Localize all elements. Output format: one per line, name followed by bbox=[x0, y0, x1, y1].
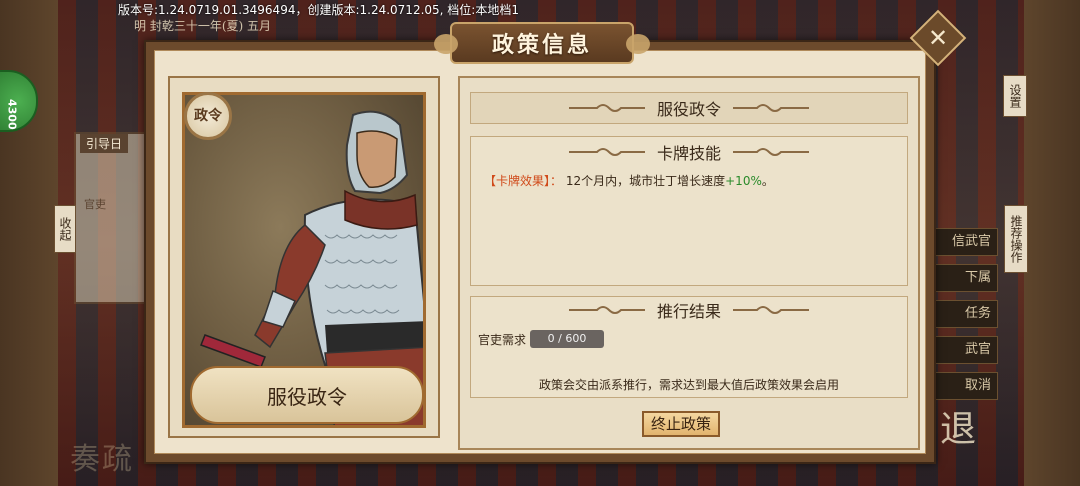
result-header: 推行结果 bbox=[470, 294, 908, 326]
card-effect-tag: 【卡牌效果】： bbox=[484, 174, 563, 188]
exit-button[interactable]: 退 bbox=[940, 400, 990, 460]
memorial-label: 奏疏 bbox=[70, 442, 134, 477]
side-button-list: 信武官 下属 任务 武官 取消 bbox=[934, 228, 998, 408]
recommend-button[interactable]: 推荐操作 bbox=[1004, 205, 1028, 273]
guide-tab[interactable]: 引导日 bbox=[80, 134, 129, 153]
close-icon: ✕ bbox=[927, 23, 949, 52]
requirement-progress-bar: 0 / 600 bbox=[530, 330, 604, 348]
scroll-ornament-icon bbox=[568, 306, 645, 314]
collapse-button[interactable]: 收起 bbox=[54, 205, 76, 253]
skill-title: 卡牌技能 bbox=[656, 144, 721, 163]
dialog-title-plate: 政策信息 bbox=[434, 22, 650, 64]
card-effect-text: 【卡牌效果】： 12个月内，城市壮丁增长速度+10%。 bbox=[484, 172, 774, 189]
settings-button[interactable]: 设置 bbox=[1003, 75, 1027, 117]
card-effect-value: +10% bbox=[725, 174, 762, 188]
policy-name-header: 服役政令 bbox=[470, 92, 908, 124]
dialog-title: 政策信息 bbox=[491, 32, 592, 58]
policy-name: 服役政令 bbox=[656, 100, 721, 119]
right-border bbox=[1024, 0, 1080, 486]
skill-header: 卡牌技能 bbox=[470, 136, 908, 168]
game-date: 明 封乾三十一年(夏) 五月 bbox=[134, 19, 271, 33]
card-name-scroll: 服役政令 bbox=[190, 366, 424, 424]
policy-note: 政策会交由派系推行，需求达到最大值后政策效果会启用 bbox=[538, 378, 839, 392]
scroll-ornament-icon bbox=[733, 306, 809, 314]
official-label: 官吏 bbox=[84, 198, 106, 211]
result-title: 推行结果 bbox=[656, 302, 721, 321]
stop-policy-button[interactable]: 终止政策 bbox=[642, 411, 720, 437]
side-button[interactable]: 任务 bbox=[934, 300, 998, 328]
card-type-label: 政令 bbox=[194, 107, 222, 124]
scroll-ornament-icon bbox=[568, 104, 645, 112]
version-info: 版本号:1.24.0719.01.3496494，创建版本:1.24.0712.… bbox=[118, 3, 519, 17]
scroll-ornament-icon bbox=[568, 148, 645, 156]
card-effect-description: 12个月内，城市壮丁增长速度 bbox=[565, 174, 726, 188]
scroll-ornament-icon bbox=[733, 148, 809, 156]
side-button[interactable]: 武官 bbox=[934, 336, 998, 364]
side-button[interactable]: 信武官 bbox=[934, 228, 998, 256]
side-button[interactable]: 下属 bbox=[934, 264, 998, 292]
card-type-badge: 政令 bbox=[184, 92, 232, 140]
requirement-label: 官吏需求 bbox=[478, 333, 527, 347]
card-name: 服役政令 bbox=[267, 384, 347, 409]
side-button[interactable]: 取消 bbox=[934, 372, 998, 400]
scroll-ornament-icon bbox=[733, 104, 809, 112]
card-effect-end: 。 bbox=[761, 174, 774, 188]
